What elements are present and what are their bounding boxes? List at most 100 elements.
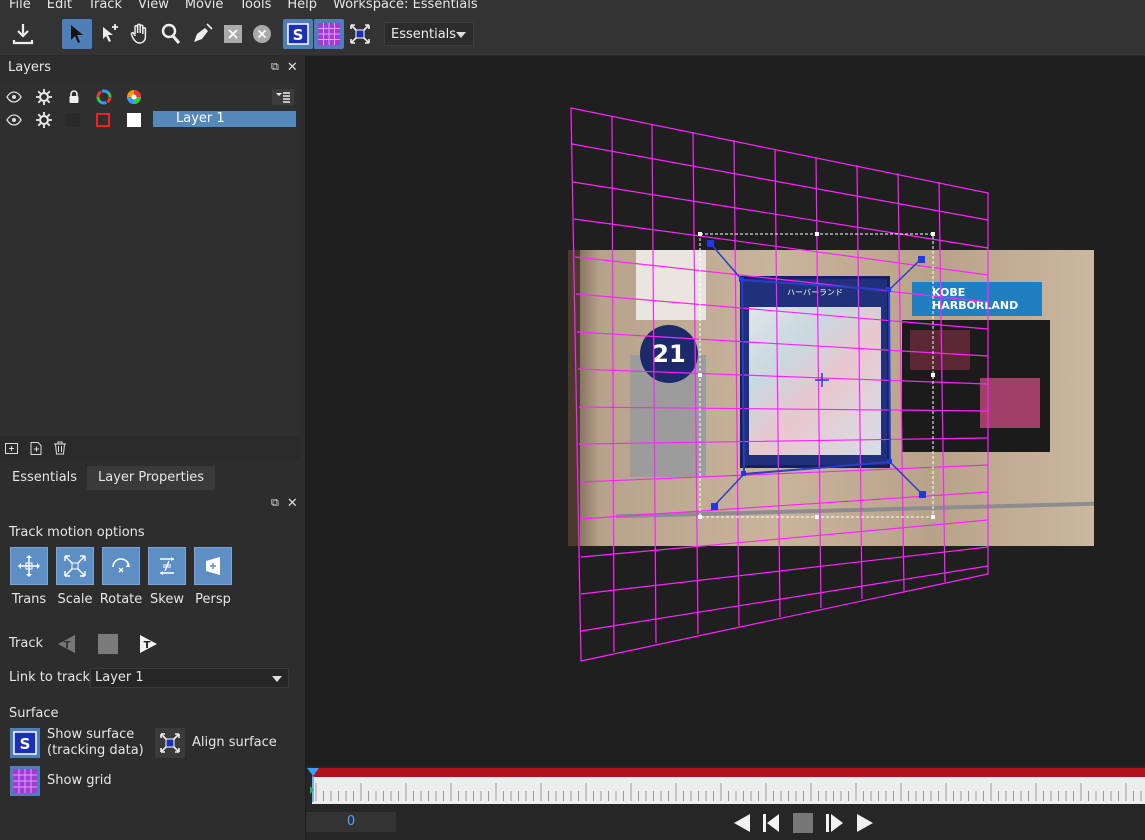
zoom-icon — [161, 23, 181, 44]
properties-tabs: Essentials Layer Properties — [0, 466, 305, 490]
persp-label: Persp — [195, 592, 231, 607]
grid-icon — [13, 769, 37, 793]
x-box-icon — [224, 25, 242, 43]
export-button[interactable] — [8, 19, 38, 49]
layer-lock-toggle[interactable] — [66, 113, 80, 127]
menu-edit[interactable]: Edit — [39, 0, 80, 11]
duplicate-layer-icon[interactable] — [28, 440, 44, 456]
trans-button[interactable] — [10, 547, 48, 585]
menu-movie[interactable]: Movie — [177, 0, 231, 11]
cache-bar — [312, 768, 1145, 777]
link-to-track-value: Layer 1 — [95, 670, 144, 685]
layers-panel-controls: ⧉ ✕ — [271, 60, 298, 75]
tab-essentials[interactable]: Essentials — [1, 466, 88, 490]
show-surface-toolbar-button[interactable]: S — [283, 19, 313, 49]
layers-panel-title: Layers — [8, 60, 52, 75]
menu-bar: File Edit Track View Movie Tools Help Wo… — [0, 0, 1145, 14]
timeline-ruler[interactable] — [312, 777, 1145, 804]
playhead-icon[interactable] — [306, 766, 322, 806]
track-backward-icon: T — [58, 635, 75, 653]
rotate-icon — [112, 558, 130, 573]
show-surface-sublabel: (tracking data) — [47, 743, 144, 758]
surface-grid — [570, 107, 989, 662]
add-point-icon — [103, 24, 118, 42]
svg-text:T: T — [64, 640, 71, 651]
tracking-overlay — [570, 107, 989, 662]
close-icon[interactable]: ✕ — [287, 60, 298, 75]
translate-icon — [18, 555, 40, 577]
chevron-down-icon — [456, 32, 466, 38]
select-tool-button[interactable] — [62, 19, 92, 49]
hand-tool-button[interactable] — [125, 19, 155, 49]
float-panel-icon[interactable]: ⧉ — [271, 496, 279, 511]
menu-help[interactable]: Help — [279, 0, 325, 11]
new-layer-icon[interactable] — [4, 440, 20, 456]
previous-frame-button[interactable] — [731, 812, 753, 834]
show-grid-label: Show grid — [47, 773, 112, 788]
skew-label: Skew — [150, 592, 184, 607]
rotate-button[interactable] — [102, 547, 140, 585]
menu-tools[interactable]: Tools — [231, 0, 279, 11]
viewer-canvas[interactable]: 21 ハーバーランド KOBE HARBORLAND — [306, 56, 1145, 766]
show-grid-button[interactable] — [10, 766, 40, 796]
track-backward-button[interactable]: T — [55, 633, 77, 655]
surface-s-icon: S — [13, 731, 37, 755]
color-wheel-icon[interactable] — [96, 89, 112, 105]
x-circle-tool-button[interactable] — [247, 19, 277, 49]
menu-workspace[interactable]: Workspace: Essentials — [325, 0, 486, 11]
layer-gear-icon[interactable] — [36, 112, 52, 128]
scale-label: Scale — [57, 592, 93, 607]
link-to-track-select[interactable]: Layer 1 — [90, 668, 289, 688]
toolbar: S Essentials — [0, 14, 1145, 56]
float-panel-icon[interactable]: ⧉ — [271, 60, 279, 75]
align-surface-toolbar-button[interactable] — [345, 19, 375, 49]
menu-view[interactable]: View — [130, 0, 177, 11]
play-forward-button[interactable] — [854, 812, 876, 834]
layers-footer — [0, 436, 300, 460]
add-point-tool-button[interactable] — [95, 19, 125, 49]
zoom-tool-button[interactable] — [156, 19, 186, 49]
properties-panel-controls: ⧉ ✕ — [271, 496, 298, 511]
svg-text:S: S — [20, 735, 31, 753]
show-surface-label: Show surface — [47, 727, 135, 742]
eye-icon[interactable] — [6, 89, 22, 105]
skew-button[interactable] — [148, 547, 186, 585]
layers-list: Layer 1 — [0, 82, 300, 436]
layer-visibility-eye-icon[interactable] — [6, 112, 22, 128]
trash-icon[interactable] — [52, 440, 68, 456]
step-back-icon — [763, 814, 779, 832]
track-stop-button[interactable] — [98, 634, 118, 654]
menu-file[interactable]: File — [0, 0, 39, 11]
hand-icon — [130, 23, 147, 44]
layer-color-swatch[interactable] — [96, 113, 110, 127]
show-surface-button[interactable]: S — [10, 728, 40, 758]
workspace-select[interactable]: Essentials — [384, 22, 474, 46]
center-crosshair-icon — [815, 373, 829, 387]
rotate-label: Rotate — [99, 592, 143, 607]
close-icon[interactable]: ✕ — [287, 496, 298, 511]
x-box-tool-button[interactable] — [218, 19, 248, 49]
layers-menu-icon[interactable] — [272, 89, 294, 105]
pen-tool-button[interactable] — [187, 19, 217, 49]
show-grid-toolbar-button[interactable] — [314, 19, 344, 49]
track-forward-button[interactable]: T — [138, 633, 160, 655]
tab-layer-properties[interactable]: Layer Properties — [87, 466, 216, 490]
color-picker-icon[interactable] — [126, 89, 142, 105]
select-arrow-icon — [71, 25, 83, 43]
stop-button[interactable] — [792, 812, 814, 834]
align-surface-button[interactable] — [155, 728, 185, 758]
persp-button[interactable] — [194, 547, 232, 585]
layer-name[interactable]: Layer 1 — [153, 111, 296, 127]
step-back-button[interactable] — [760, 812, 782, 834]
scale-button[interactable] — [56, 547, 94, 585]
menu-track[interactable]: Track — [80, 0, 130, 11]
gear-icon[interactable] — [36, 89, 52, 105]
lock-icon[interactable] — [66, 89, 82, 105]
track-label: Track — [9, 636, 44, 651]
step-forward-button[interactable] — [824, 812, 846, 834]
layer-fill-swatch[interactable] — [127, 113, 141, 127]
frame-number-field[interactable]: 0 — [306, 812, 396, 832]
layer-row[interactable]: Layer 1 — [0, 109, 300, 131]
pen-icon — [194, 23, 213, 42]
timeline: 0 — [306, 766, 1145, 840]
